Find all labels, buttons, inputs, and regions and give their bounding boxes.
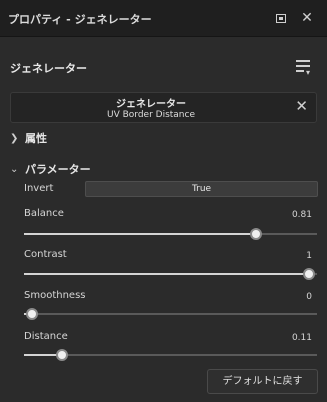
invert-toggle[interactable]: True	[85, 181, 318, 197]
clear-generator-button[interactable]: ✕	[295, 99, 308, 114]
contrast-label: Contrast	[24, 249, 67, 260]
chevron-down-icon: ⌄	[10, 163, 19, 175]
properties-panel: プロパティ - ジェネレーター ✕ ジェネレーター ▾ ジェネレーター UV B…	[0, 0, 327, 402]
generator-field[interactable]: ジェネレーター UV Border Distance ✕	[10, 92, 317, 123]
contrast-slider[interactable]	[24, 268, 317, 280]
distance-label: Distance	[24, 331, 68, 342]
balance-value[interactable]: 0.81	[292, 210, 312, 220]
reset-defaults-button[interactable]: デフォルトに戻す	[207, 369, 318, 394]
balance-slider[interactable]	[24, 228, 317, 240]
chevron-right-icon: ❯	[10, 132, 19, 144]
title-bar: プロパティ - ジェネレーター ✕	[0, 0, 327, 37]
section-title: ジェネレーター	[10, 62, 87, 75]
parameters-label: パラメーター	[25, 163, 91, 176]
smoothness-label: Smoothness	[24, 290, 86, 301]
distance-value[interactable]: 0.11	[292, 333, 312, 343]
generator-name: ジェネレーター	[116, 99, 186, 110]
generator-menu-button[interactable]: ▾	[294, 57, 314, 77]
smoothness-value[interactable]: 0	[306, 292, 312, 302]
attributes-group-header[interactable]: ❯ 属性	[10, 130, 47, 146]
restore-icon	[276, 13, 286, 23]
close-icon: ✕	[301, 10, 313, 26]
contrast-value[interactable]: 1	[306, 251, 312, 261]
smoothness-slider[interactable]	[24, 308, 317, 320]
smoothness-slider-handle[interactable]	[26, 308, 38, 320]
generator-type: UV Border Distance	[107, 110, 195, 120]
panel-title: プロパティ - ジェネレーター	[8, 13, 152, 26]
parameters-group-header[interactable]: ⌄ パラメーター	[10, 161, 91, 177]
contrast-slider-handle[interactable]	[303, 268, 315, 280]
attributes-label: 属性	[25, 132, 47, 145]
distance-slider[interactable]	[24, 349, 317, 361]
restore-button[interactable]	[272, 9, 290, 27]
distance-slider-handle[interactable]	[56, 349, 69, 361]
balance-slider-handle[interactable]	[250, 228, 263, 240]
balance-label: Balance	[24, 208, 64, 219]
close-button[interactable]: ✕	[298, 9, 316, 27]
invert-label: Invert	[24, 183, 54, 194]
